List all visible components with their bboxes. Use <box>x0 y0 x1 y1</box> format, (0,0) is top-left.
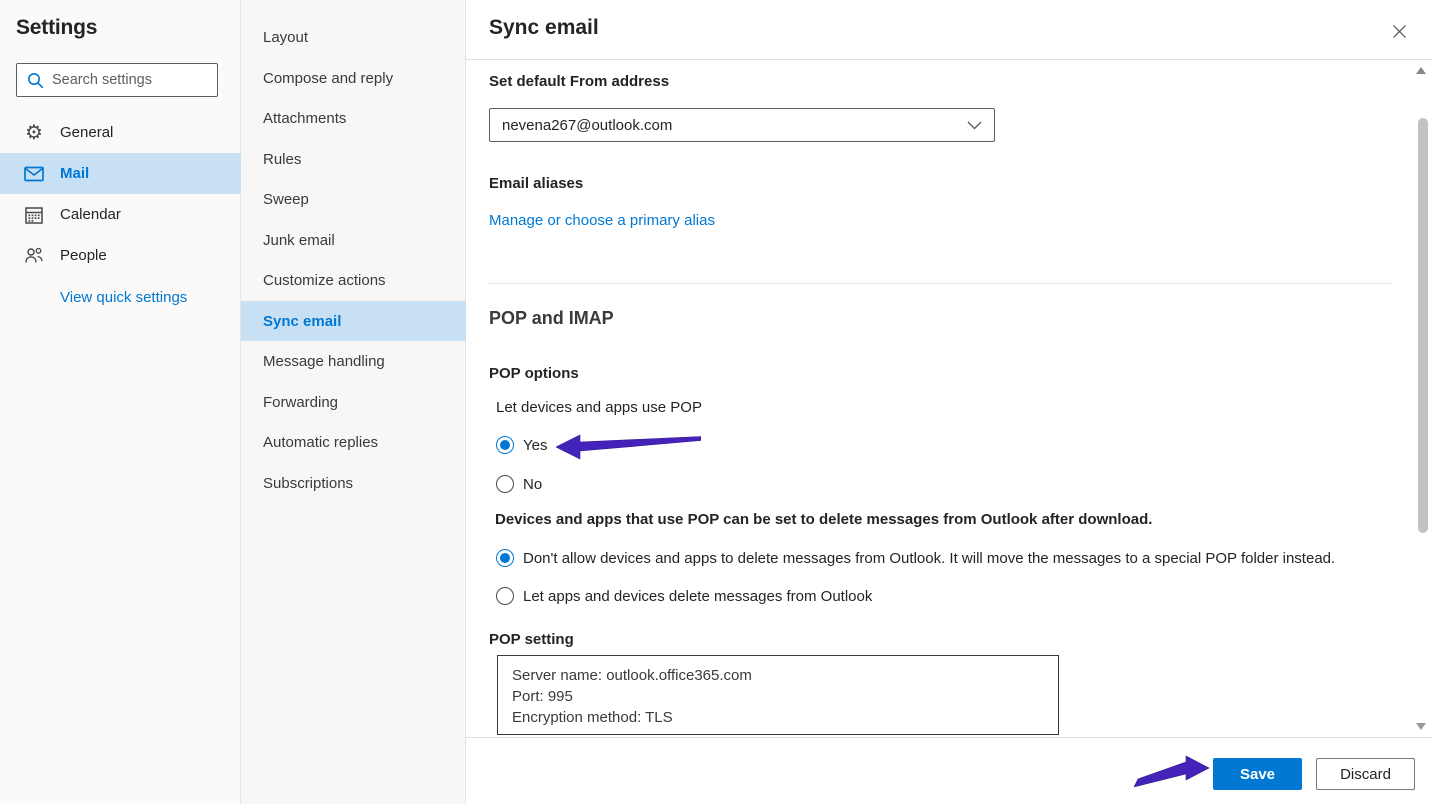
from-address-label: Set default From address <box>489 73 669 90</box>
pop-imap-section-title: POP and IMAP <box>489 308 614 329</box>
search-input[interactable] <box>52 72 210 88</box>
category-item-compose-and-reply[interactable]: Compose and reply <box>241 58 466 98</box>
scrollbar-down-arrow[interactable] <box>1416 723 1426 730</box>
calendar-icon <box>24 206 44 224</box>
manage-alias-link[interactable]: Manage or choose a primary alias <box>489 212 715 229</box>
save-button[interactable]: Save <box>1213 758 1302 790</box>
sidebar-item-label: Calendar <box>60 206 121 223</box>
radio-selected-icon <box>496 549 514 567</box>
sidebar-item-label: People <box>60 247 107 264</box>
use-pop-label: Let devices and apps use POP <box>496 399 702 416</box>
search-settings-box[interactable] <box>16 63 218 97</box>
annotation-arrow-save <box>1134 754 1210 791</box>
settings-title: Settings <box>16 16 97 40</box>
category-item-junk-email[interactable]: Junk email <box>241 220 466 260</box>
sync-email-panel: Sync email Set default From address neve… <box>466 0 1432 804</box>
scrollbar-thumb[interactable] <box>1418 118 1428 533</box>
sidebar-item-label: Mail <box>60 165 89 182</box>
category-item-message-handling[interactable]: Message handling <box>241 341 466 381</box>
radio-selected-icon <box>496 436 514 454</box>
category-item-customize-actions[interactable]: Customize actions <box>241 260 466 300</box>
annotation-arrow-yes <box>556 434 701 460</box>
category-item-automatic-replies[interactable]: Automatic replies <box>241 422 466 462</box>
chevron-down-icon <box>967 121 982 130</box>
close-icon <box>1392 24 1407 39</box>
view-quick-settings-link[interactable]: View quick settings <box>60 289 187 306</box>
from-address-dropdown[interactable]: nevena267@outlook.com <box>489 108 995 142</box>
email-aliases-label: Email aliases <box>489 175 583 192</box>
radio-label: Don't allow devices and apps to delete m… <box>523 550 1335 567</box>
pop-setting-label: POP setting <box>489 631 574 648</box>
from-address-value: nevena267@outlook.com <box>502 117 967 134</box>
sidebar-item-calendar[interactable]: Calendar <box>0 194 241 235</box>
pop-encryption: Encryption method: TLS <box>512 707 1058 728</box>
section-divider <box>489 283 1392 284</box>
mail-categories-list: Layout Compose and reply Attachments Rul… <box>241 0 466 804</box>
radio-label: Let apps and devices delete messages fro… <box>523 588 872 605</box>
outlook-settings-dialog: Settings ⚙ General Mail <box>0 0 1432 804</box>
scrollbar-up-arrow[interactable] <box>1416 67 1426 74</box>
gear-icon: ⚙ <box>24 123 44 143</box>
close-button[interactable] <box>1388 20 1410 42</box>
sidebar-item-general[interactable]: ⚙ General <box>0 112 241 153</box>
sidebar-item-people[interactable]: People <box>0 235 241 276</box>
category-item-attachments[interactable]: Attachments <box>241 98 466 138</box>
people-icon <box>24 247 44 264</box>
radio-label: No <box>523 476 542 493</box>
radio-label: Yes <box>523 437 547 454</box>
panel-header: Sync email <box>466 0 1432 60</box>
search-icon <box>27 72 44 89</box>
radio-unselected-icon <box>496 587 514 605</box>
mail-icon <box>24 166 44 182</box>
category-item-subscriptions[interactable]: Subscriptions <box>241 463 466 503</box>
pop-setting-box: Server name: outlook.office365.com Port:… <box>497 655 1059 735</box>
pop-server-name: Server name: outlook.office365.com <box>512 665 1058 686</box>
category-item-sweep[interactable]: Sweep <box>241 179 466 219</box>
panel-footer: Save Discard <box>466 737 1432 804</box>
category-item-layout[interactable]: Layout <box>241 17 466 57</box>
panel-title: Sync email <box>489 16 599 40</box>
radio-unselected-icon <box>496 475 514 493</box>
discard-button[interactable]: Discard <box>1316 758 1415 790</box>
radio-allow-delete[interactable]: Let apps and devices delete messages fro… <box>496 587 872 605</box>
radio-dont-allow-delete[interactable]: Don't allow devices and apps to delete m… <box>496 549 1335 567</box>
sidebar-item-label: General <box>60 124 113 141</box>
pop-port: Port: 995 <box>512 686 1058 707</box>
category-item-sync-email[interactable]: Sync email <box>241 301 466 341</box>
sidebar-item-mail[interactable]: Mail <box>0 153 241 194</box>
radio-pop-no[interactable]: No <box>496 475 542 493</box>
pop-options-label: POP options <box>489 365 579 382</box>
radio-pop-yes[interactable]: Yes <box>496 436 547 454</box>
settings-sidebar: Settings ⚙ General Mail <box>0 0 241 804</box>
category-item-rules[interactable]: Rules <box>241 139 466 179</box>
pop-delete-label: Devices and apps that use POP can be set… <box>495 511 1152 528</box>
category-item-forwarding[interactable]: Forwarding <box>241 382 466 422</box>
